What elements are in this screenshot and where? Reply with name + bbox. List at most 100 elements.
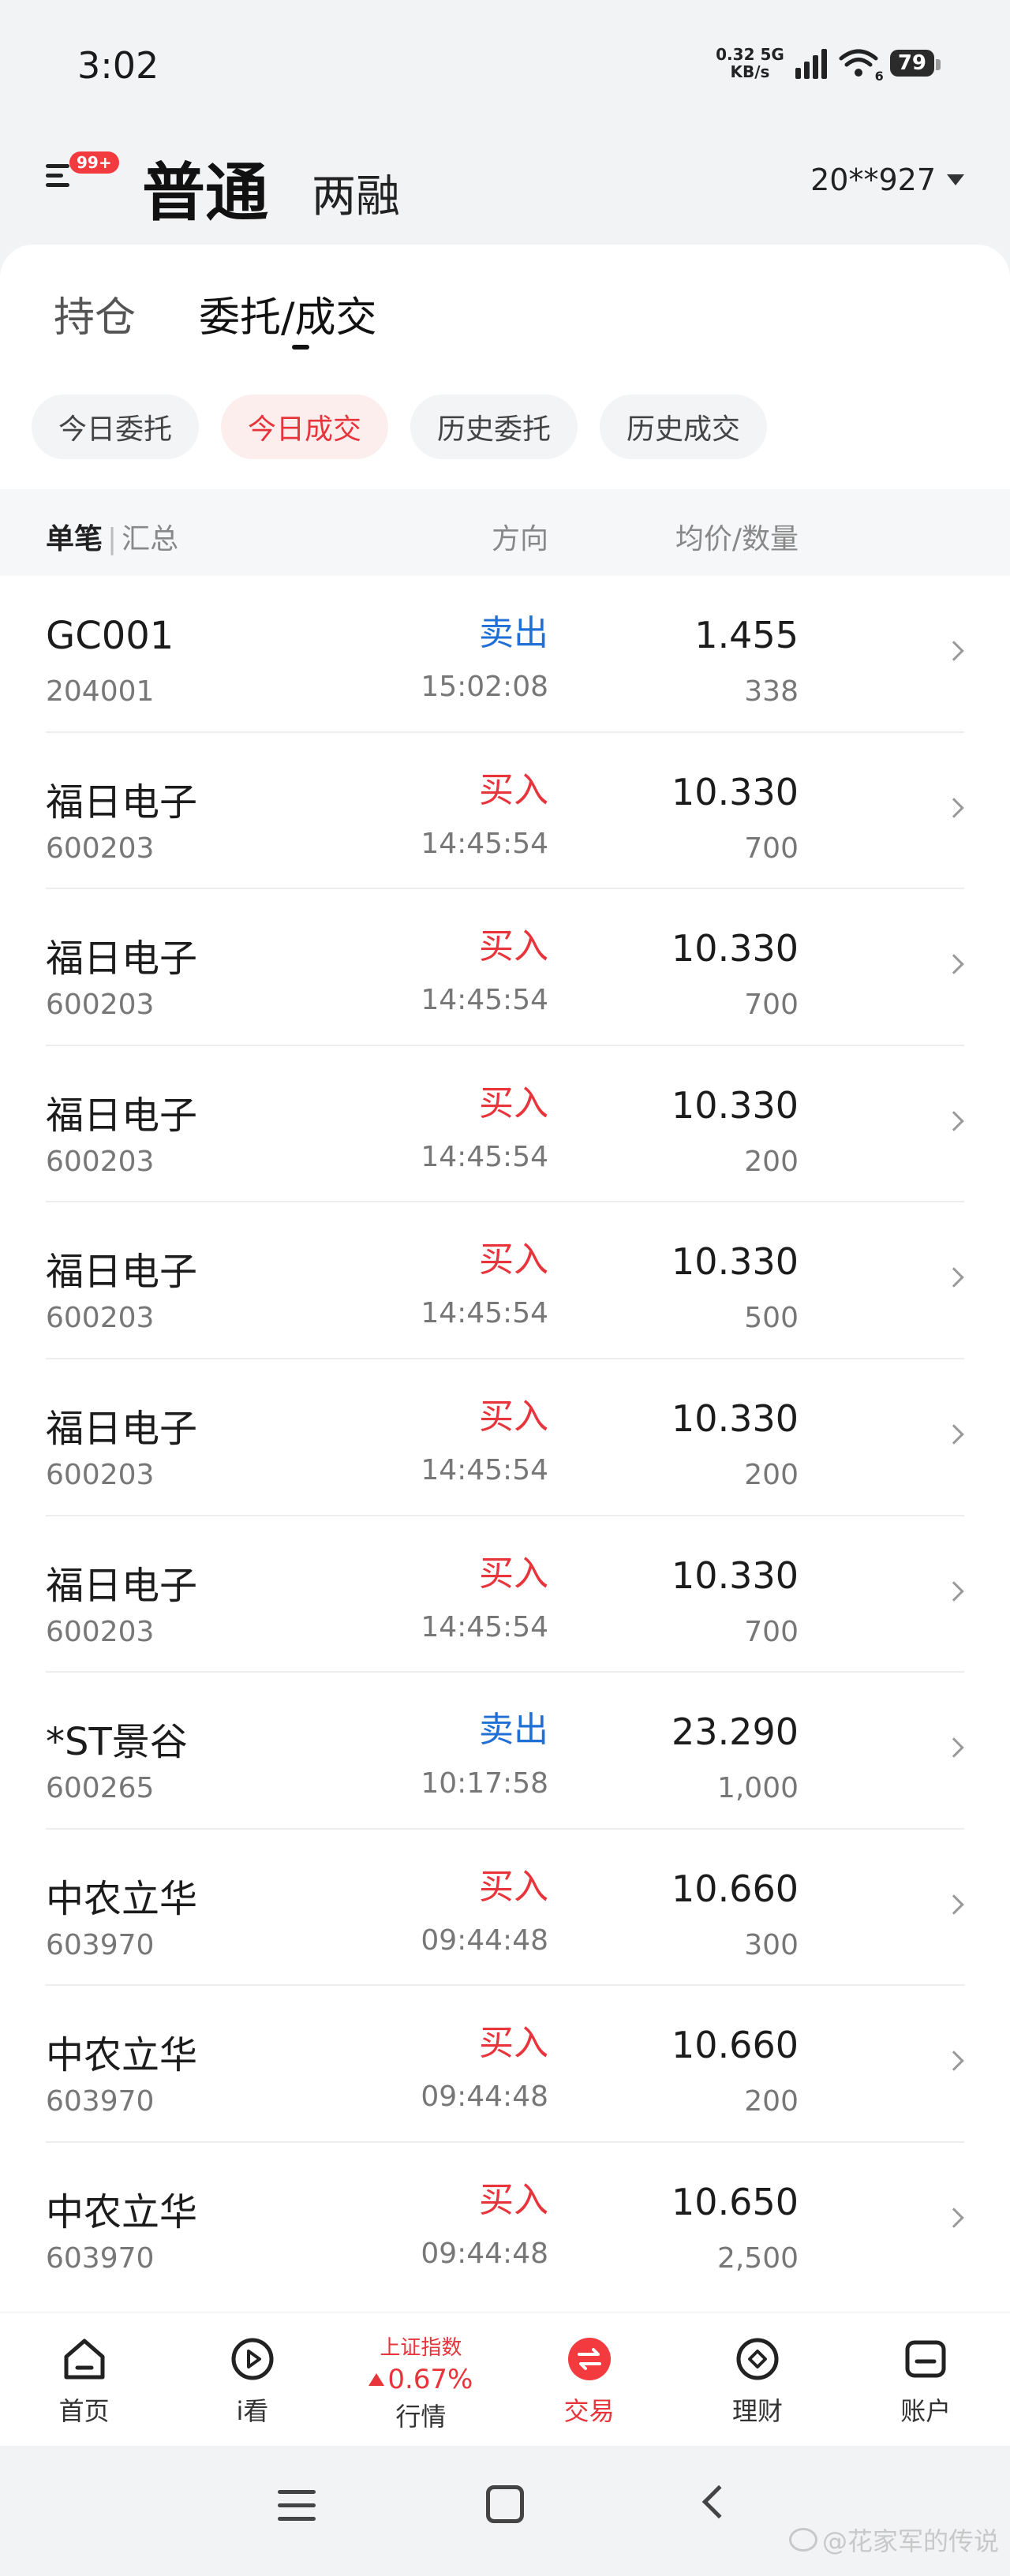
- view-separator: |: [107, 523, 118, 555]
- stock-name: 中农立华: [46, 2189, 198, 2234]
- trade-time: 09:44:48: [421, 2081, 548, 2114]
- stock-code: 600203: [46, 989, 155, 1022]
- filter-chip[interactable]: 今日成交: [221, 394, 389, 459]
- trade-row[interactable]: 福日电子 600203 买入 14:45:54 10.330 700: [0, 733, 1010, 890]
- status-time: 3:02: [77, 44, 159, 87]
- trade-row[interactable]: 中农立华 603970 买入 09:44:48 10.660 300: [0, 1830, 1010, 1987]
- filter-chip[interactable]: 历史委托: [410, 394, 578, 459]
- weibo-icon: [788, 2528, 817, 2552]
- chevron-right-icon: [944, 1424, 964, 1445]
- trade-row[interactable]: 福日电子 600203 买入 14:45:54 10.330 200: [0, 1046, 1010, 1203]
- nav-home[interactable]: 首页: [0, 2312, 168, 2446]
- trade-quantity: 200: [744, 2085, 799, 2118]
- view-single[interactable]: 单笔: [46, 523, 103, 555]
- trade-row[interactable]: 福日电子 600203 买入 14:45:54 10.330 700: [0, 889, 1010, 1046]
- nav-watch[interactable]: i看: [168, 2312, 336, 2446]
- notification-badge: 99+: [69, 151, 119, 174]
- account-selector[interactable]: 20**927: [810, 163, 964, 197]
- trade-row[interactable]: 福日电子 600203 买入 14:45:54 10.330 700: [0, 1516, 1010, 1673]
- back-icon[interactable]: [701, 2484, 736, 2519]
- trade-price: 10.660: [671, 2024, 799, 2067]
- status-bar: 3:02 0.32 5G KB/s 6 79: [0, 0, 1010, 134]
- trade-quantity: 300: [744, 1928, 799, 1961]
- trade-price: 1.455: [694, 614, 799, 656]
- market-index-value: 0.67%: [387, 2364, 473, 2395]
- tab-positions[interactable]: 持仓: [54, 284, 136, 343]
- trade-time: 14:45:54: [421, 984, 548, 1017]
- chevron-right-icon: [944, 797, 964, 818]
- trade-price: 10.330: [671, 1553, 799, 1597]
- trade-direction: 卖出: [479, 1710, 548, 1751]
- trade-price: 10.660: [671, 1867, 799, 1910]
- trade-icon: [567, 2338, 611, 2380]
- finance-icon: [736, 2338, 779, 2380]
- trade-quantity: 700: [744, 1615, 799, 1648]
- stock-code: 600203: [46, 1302, 155, 1335]
- account-icon: [905, 2340, 946, 2378]
- stock-code: 603970: [46, 1928, 155, 1961]
- watermark-text: @花家军的传说: [821, 2526, 999, 2556]
- trade-direction: 买入: [479, 2023, 548, 2064]
- trade-list: GC001 204001 卖出 15:02:08 1.455 338 福日电子 600203 买…: [0, 576, 1010, 2300]
- trade-direction: 买入: [479, 1396, 548, 1437]
- trade-row[interactable]: *ST景谷 600265 卖出 10:17:58 23.290 1,000: [0, 1673, 1010, 1830]
- nav-account[interactable]: 账户: [842, 2312, 1010, 2446]
- trade-time: 14:45:54: [421, 1610, 548, 1643]
- bottom-nav: 首页 i看 上证指数 0.67% 行情 交易 理财 账户: [0, 2312, 1010, 2446]
- tab-orders-trades[interactable]: 委托/成交: [199, 284, 377, 350]
- trade-row[interactable]: 中农立华 603970 买入 09:44:48 10.650 2,500: [0, 2143, 1010, 2300]
- trade-price: 10.330: [671, 927, 799, 970]
- stock-code: 600203: [46, 1145, 155, 1178]
- trade-price: 23.290: [671, 1710, 799, 1754]
- nav-finance[interactable]: 理财: [673, 2312, 841, 2446]
- trade-quantity: 2,500: [716, 2241, 799, 2275]
- mode-tab-normal[interactable]: 普通: [142, 142, 268, 234]
- up-triangle-icon: [368, 2373, 385, 2386]
- trade-direction: 买入: [479, 1082, 548, 1123]
- wifi-icon: 6: [838, 47, 884, 84]
- chevron-right-icon: [944, 641, 964, 661]
- trade-row[interactable]: GC001 204001 卖出 15:02:08 1.455 338: [0, 576, 1010, 733]
- mode-tab-margin[interactable]: 两融: [312, 161, 400, 225]
- stock-code: 204001: [46, 675, 155, 708]
- trade-time: 14:45:54: [421, 827, 548, 860]
- trade-quantity: 338: [744, 675, 799, 708]
- market-index-name: 上证指数: [380, 2336, 462, 2360]
- tab-underline: [292, 345, 310, 350]
- nav-watch-label: i看: [236, 2396, 269, 2426]
- chevron-right-icon: [944, 1580, 964, 1602]
- trade-direction: 卖出: [479, 613, 548, 653]
- trade-time: 14:45:54: [421, 1297, 548, 1330]
- recent-apps-icon[interactable]: [278, 2490, 316, 2522]
- battery-indicator: 79: [889, 50, 941, 77]
- app-header: 99+ 普通 两融 20**927: [0, 134, 1010, 245]
- chevron-right-icon: [944, 1267, 964, 1288]
- nav-market[interactable]: 上证指数 0.67% 行情: [337, 2312, 505, 2446]
- nav-trade[interactable]: 交易: [505, 2312, 673, 2446]
- system-home-icon[interactable]: [486, 2485, 524, 2523]
- trade-quantity: 500: [744, 1302, 799, 1335]
- filter-chip[interactable]: 历史成交: [600, 394, 768, 459]
- trade-price: 10.330: [671, 1396, 799, 1440]
- chevron-right-icon: [944, 1111, 964, 1131]
- trade-row[interactable]: 中农立华 603970 买入 09:44:48 10.660 200: [0, 1986, 1010, 2143]
- trade-quantity: 200: [744, 1145, 799, 1178]
- stock-name: 福日电子: [46, 1093, 198, 1138]
- status-indicators: 0.32 5G KB/s 6 79: [716, 46, 941, 84]
- stock-code: 600203: [46, 1615, 155, 1648]
- trade-price: 10.330: [671, 1083, 799, 1127]
- net-speed: 0.32 5G KB/s: [716, 46, 784, 80]
- filter-chip[interactable]: 今日委托: [32, 394, 200, 459]
- network-type: 5G: [760, 45, 784, 64]
- stock-name: 中农立华: [46, 2033, 198, 2078]
- home-icon: [64, 2339, 105, 2380]
- view-summary[interactable]: 汇总: [122, 523, 178, 555]
- nav-account-label: 账户: [900, 2396, 952, 2426]
- wifi-label: 6: [874, 69, 884, 84]
- trade-time: 15:02:08: [421, 671, 548, 703]
- trade-row[interactable]: 福日电子 600203 买入 14:45:54 10.330 200: [0, 1359, 1010, 1516]
- trade-direction: 买入: [479, 926, 548, 967]
- account-number: 20**927: [810, 163, 936, 197]
- chevron-right-icon: [944, 1737, 964, 1758]
- trade-row[interactable]: 福日电子 600203 买入 14:45:54 10.330 500: [0, 1202, 1010, 1359]
